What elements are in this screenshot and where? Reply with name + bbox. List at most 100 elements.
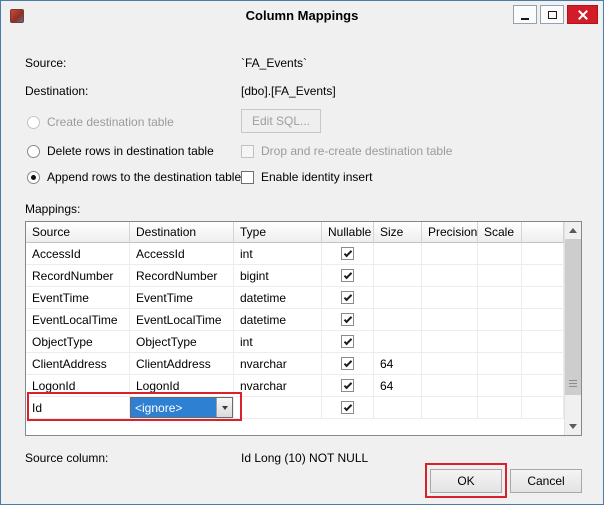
- table-row[interactable]: Id<ignore>: [26, 397, 564, 419]
- chevron-down-icon[interactable]: [216, 398, 232, 417]
- maximize-button[interactable]: [540, 5, 564, 24]
- nullable-checkbox[interactable]: [341, 379, 354, 392]
- nullable-checkbox[interactable]: [341, 291, 354, 304]
- column-header-filler: [522, 222, 564, 243]
- column-header-size[interactable]: Size: [374, 222, 422, 243]
- ok-button[interactable]: OK: [430, 469, 502, 493]
- nullable-checkbox[interactable]: [341, 401, 354, 414]
- mappings-label: Mappings:: [25, 202, 80, 216]
- scrollbar-thumb[interactable]: [565, 239, 581, 395]
- checkbox-drop-recreate: Drop and re-create destination table: [241, 144, 452, 158]
- cancel-button[interactable]: Cancel: [510, 469, 582, 493]
- table-cell: [374, 287, 422, 309]
- table-cell: [478, 353, 522, 375]
- table-cell: 64: [374, 353, 422, 375]
- table-row[interactable]: AccessIdAccessIdint: [26, 243, 564, 265]
- table-cell: Id: [26, 397, 130, 419]
- column-header-scale[interactable]: Scale: [478, 222, 522, 243]
- destination-value: [dbo].[FA_Events]: [241, 84, 336, 98]
- table-cell: [522, 331, 564, 353]
- table-cell: [522, 375, 564, 397]
- arrow-up-icon: [569, 228, 577, 233]
- nullable-checkbox[interactable]: [341, 269, 354, 282]
- table-cell: EventTime: [130, 287, 234, 309]
- table-cell: [478, 375, 522, 397]
- vertical-scrollbar[interactable]: [564, 222, 581, 435]
- table-cell: ClientAddress: [26, 353, 130, 375]
- table-cell: [522, 265, 564, 287]
- column-header-destination[interactable]: Destination: [130, 222, 234, 243]
- table-cell: [422, 353, 478, 375]
- table-cell: EventTime: [26, 287, 130, 309]
- radio-delete-rows[interactable]: Delete rows in destination table: [27, 144, 214, 158]
- maximize-icon: [548, 11, 557, 19]
- column-header-precision[interactable]: Precision: [422, 222, 478, 243]
- table-cell: [478, 331, 522, 353]
- nullable-checkbox[interactable]: [341, 247, 354, 260]
- table-row[interactable]: LogonIdLogonIdnvarchar64: [26, 375, 564, 397]
- radio-dot: [27, 116, 40, 129]
- nullable-checkbox[interactable]: [341, 313, 354, 326]
- table-cell: [322, 243, 374, 265]
- caption-buttons: [513, 5, 598, 24]
- mappings-table-body: AccessIdAccessIdintRecordNumberRecordNum…: [26, 243, 564, 419]
- checkbox-box: [241, 145, 254, 158]
- radio-label: Create destination table: [47, 115, 174, 129]
- nullable-checkbox[interactable]: [341, 357, 354, 370]
- table-cell: [374, 243, 422, 265]
- table-cell: ObjectType: [130, 331, 234, 353]
- table-cell: [422, 397, 478, 419]
- table-cell: datetime: [234, 287, 322, 309]
- radio-append-rows[interactable]: Append rows to the destination table: [27, 170, 241, 184]
- table-cell: bigint: [234, 265, 322, 287]
- table-cell: [322, 375, 374, 397]
- table-cell: [522, 353, 564, 375]
- table-cell: [478, 287, 522, 309]
- table-cell: int: [234, 331, 322, 353]
- nullable-checkbox[interactable]: [341, 335, 354, 348]
- table-row[interactable]: EventTimeEventTimedatetime: [26, 287, 564, 309]
- close-button[interactable]: [567, 5, 598, 24]
- table-cell: [522, 397, 564, 419]
- column-header-type[interactable]: Type: [234, 222, 322, 243]
- column-mappings-dialog: Column Mappings Source: `FA_Events` Dest…: [0, 0, 604, 505]
- table-cell: [422, 243, 478, 265]
- table-cell: [422, 331, 478, 353]
- checkbox-label: Drop and re-create destination table: [261, 144, 452, 158]
- table-row[interactable]: ObjectTypeObjectTypeint: [26, 331, 564, 353]
- table-cell: [422, 287, 478, 309]
- table-cell: ClientAddress: [130, 353, 234, 375]
- checkbox-identity-insert[interactable]: Enable identity insert: [241, 170, 372, 184]
- table-cell: [478, 265, 522, 287]
- table-cell: 64: [374, 375, 422, 397]
- scroll-up-button[interactable]: [565, 222, 581, 239]
- mappings-table-header: Source Destination Type Nullable Size Pr…: [26, 222, 564, 243]
- radio-dot: [27, 145, 40, 158]
- source-column-value: Id Long (10) NOT NULL: [241, 451, 368, 465]
- arrow-down-icon: [569, 424, 577, 429]
- dropdown-selected-value: <ignore>: [131, 398, 216, 417]
- minimize-icon: [521, 18, 529, 20]
- checkbox-label: Enable identity insert: [261, 170, 372, 184]
- table-cell: datetime: [234, 309, 322, 331]
- table-row[interactable]: RecordNumberRecordNumberbigint: [26, 265, 564, 287]
- table-row[interactable]: ClientAddressClientAddressnvarchar64: [26, 353, 564, 375]
- table-cell: [374, 397, 422, 419]
- table-cell: [422, 309, 478, 331]
- table-cell: [322, 397, 374, 419]
- scroll-down-button[interactable]: [565, 418, 581, 435]
- table-row[interactable]: EventLocalTimeEventLocalTimedatetime: [26, 309, 564, 331]
- radio-dot: [27, 171, 40, 184]
- source-value: `FA_Events`: [241, 56, 307, 70]
- radio-label: Delete rows in destination table: [47, 144, 214, 158]
- table-cell: [322, 331, 374, 353]
- table-cell: AccessId: [130, 243, 234, 265]
- table-cell: LogonId: [130, 375, 234, 397]
- column-header-source[interactable]: Source: [26, 222, 130, 243]
- minimize-button[interactable]: [513, 5, 537, 24]
- column-header-nullable[interactable]: Nullable: [322, 222, 374, 243]
- destination-label: Destination:: [25, 84, 88, 98]
- destination-dropdown[interactable]: <ignore>: [130, 397, 233, 418]
- table-cell: [374, 331, 422, 353]
- table-cell: nvarchar: [234, 353, 322, 375]
